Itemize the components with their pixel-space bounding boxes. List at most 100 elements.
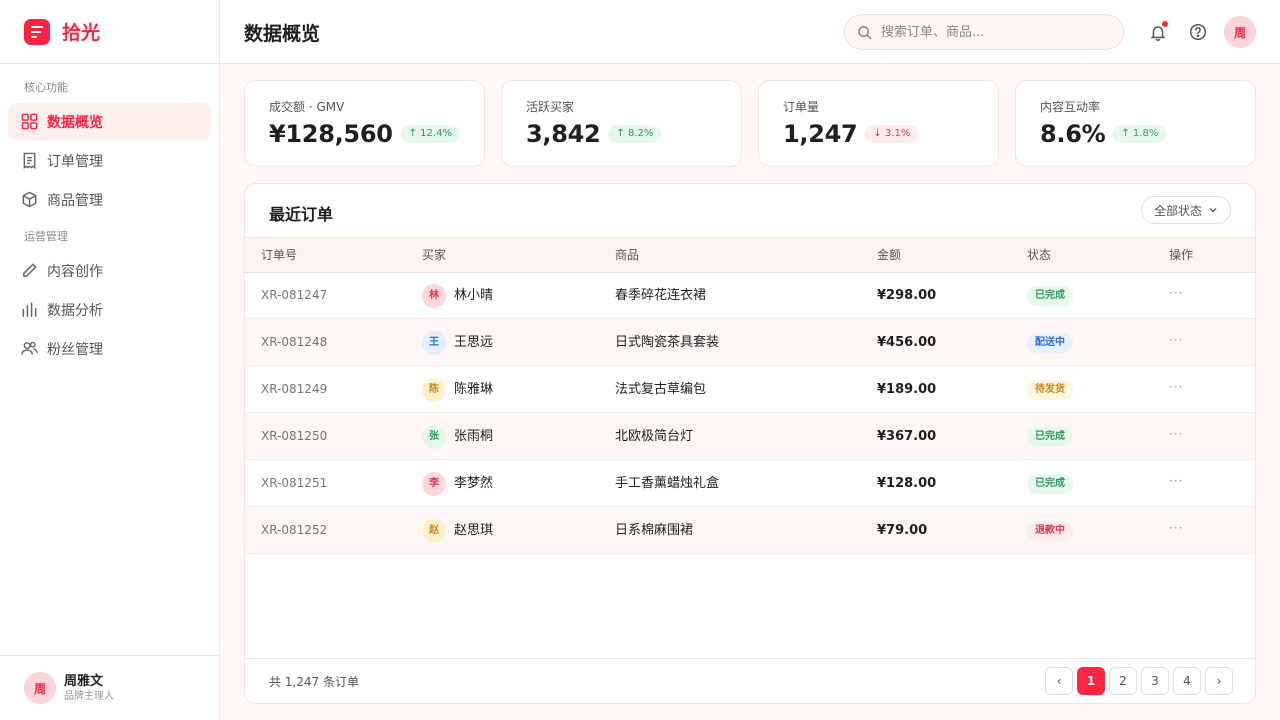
buyer-avatar: 赵 [422, 518, 446, 543]
buyer-cell: 林林小晴 [422, 272, 493, 319]
page-button-1[interactable]: 1 [1077, 667, 1105, 695]
buyer-name: 林小晴 [454, 288, 494, 303]
more-actions-button[interactable]: ··· [1169, 458, 1183, 505]
buyer-avatar: 陈 [422, 377, 446, 402]
table-row[interactable]: XR-081248 王王思远 日式陶瓷茶具套装 ¥456.00 配送中 ··· [245, 317, 1255, 366]
page-button-2[interactable]: 2 [1109, 667, 1137, 695]
more-actions-button[interactable]: ··· [1169, 270, 1183, 317]
avatar: 周 [24, 672, 56, 704]
stat-label: 订单量 [783, 100, 820, 114]
status-badge: 已完成 [1027, 426, 1073, 447]
prev-page-button[interactable]: ‹ [1045, 667, 1073, 695]
avatar[interactable]: 周 [1224, 16, 1256, 48]
table-row[interactable]: XR-081250 张张雨桐 北欧极简台灯 ¥367.00 已完成 ··· [245, 411, 1255, 460]
next-page-button[interactable]: › [1205, 667, 1233, 695]
search-box[interactable] [844, 14, 1124, 50]
user-profile[interactable]: 周 周雅文 品牌主理人 [0, 655, 219, 720]
buyer-avatar: 王 [422, 330, 446, 355]
sidebar-item-overview[interactable]: 数据概览 [8, 103, 211, 140]
total-count: 共 1,247 条订单 [269, 675, 359, 689]
sidebar-item-analytics[interactable]: 数据分析 [8, 291, 211, 328]
order-amount: ¥79.00 [877, 523, 928, 538]
order-amount: ¥456.00 [877, 335, 937, 350]
trend-badge: ↑ 8.2% [608, 125, 662, 143]
search-input[interactable] [881, 24, 1101, 40]
more-actions-button[interactable]: ··· [1169, 364, 1183, 411]
help-icon [1189, 23, 1207, 41]
table-row[interactable]: XR-081247 林林小晴 春季碎花连衣裙 ¥298.00 已完成 ··· [245, 270, 1255, 319]
sidebar-item-label: 数据分析 [47, 302, 103, 319]
column-header-status: 状态 [1027, 248, 1052, 262]
sidebar-item-content[interactable]: 内容创作 [8, 252, 211, 289]
order-amount: ¥189.00 [877, 382, 937, 397]
status-cell: 已完成 [1027, 413, 1073, 460]
product-name: 日系棉麻围裙 [615, 523, 694, 538]
box-icon [21, 191, 38, 208]
top-header: 数据概览 周 [220, 0, 1280, 64]
search-icon [857, 25, 872, 40]
table-row[interactable]: XR-081249 陈陈雅琳 法式复古草编包 ¥189.00 待发货 ··· [245, 364, 1255, 413]
more-actions-button[interactable]: ··· [1169, 505, 1183, 552]
trend-badge: ↑ 1.8% [1113, 125, 1167, 143]
table-header: 订单号 买家 商品 金额 状态 操作 [245, 237, 1255, 273]
page-title: 数据概览 [244, 23, 321, 45]
stat-card-active-buyers: 活跃买家 3,842 ↑ 8.2% [501, 80, 742, 167]
status-filter-dropdown[interactable]: 全部状态 [1140, 196, 1231, 224]
sidebar-item-label: 数据概览 [47, 114, 103, 131]
table-footer: 共 1,247 条订单 ‹ 1 2 3 4 › [245, 658, 1255, 703]
stat-label: 成交额 · GMV [269, 100, 345, 114]
more-actions-button[interactable]: ··· [1169, 411, 1183, 458]
stat-card-engagement: 内容互动率 8.6% ↑ 1.8% [1015, 80, 1256, 167]
brand[interactable]: 拾光 [0, 0, 219, 64]
sidebar: 拾光 核心功能 数据概览 订单管理 商品管理 运营管理 内容创作 数据分析 粉丝… [0, 0, 220, 720]
buyer-avatar: 李 [422, 471, 446, 496]
status-badge: 已完成 [1027, 473, 1073, 494]
user-info: 周雅文 品牌主理人 [64, 673, 114, 704]
sidebar-item-fans[interactable]: 粉丝管理 [8, 330, 211, 367]
order-id: XR-081248 [261, 335, 328, 349]
order-id: XR-081247 [261, 288, 328, 302]
sidebar-item-label: 粉丝管理 [47, 341, 103, 358]
buyer-name: 李梦然 [454, 476, 494, 491]
brand-name: 拾光 [62, 22, 101, 44]
sidebar-item-orders[interactable]: 订单管理 [8, 142, 211, 179]
sidebar-item-label: 商品管理 [47, 192, 103, 209]
column-header-buyer: 买家 [422, 248, 447, 262]
status-badge: 已完成 [1027, 285, 1073, 306]
product-name: 法式复古草编包 [615, 382, 707, 397]
buyer-cell: 李李梦然 [422, 460, 493, 507]
buyer-avatar: 林 [422, 283, 446, 308]
notifications-button[interactable] [1148, 21, 1168, 42]
buyer-name: 赵思琪 [454, 523, 494, 538]
user-role: 品牌主理人 [64, 690, 114, 702]
status-badge: 待发货 [1027, 379, 1073, 400]
trend-badge: ↓ 3.1% [865, 125, 919, 143]
notification-dot [1162, 21, 1168, 27]
table-row[interactable]: XR-081251 李李梦然 手工香薰蜡烛礼盒 ¥128.00 已完成 ··· [245, 458, 1255, 507]
product-name: 日式陶瓷茶具套装 [615, 335, 720, 350]
buyer-cell: 赵赵思琪 [422, 507, 493, 554]
page-button-3[interactable]: 3 [1141, 667, 1169, 695]
stat-card-orders: 订单量 1,247 ↓ 3.1% [758, 80, 999, 167]
status-cell: 退款中 [1027, 507, 1073, 554]
stat-label: 内容互动率 [1040, 100, 1101, 114]
brand-logo-icon [24, 18, 50, 45]
stat-value: 1,247 [783, 120, 858, 148]
table-row[interactable]: XR-081252 赵赵思琪 日系棉麻围裙 ¥79.00 退款中 ··· [245, 505, 1255, 554]
order-amount: ¥367.00 [877, 429, 937, 444]
more-actions-button[interactable]: ··· [1169, 317, 1183, 364]
page-button-4[interactable]: 4 [1173, 667, 1201, 695]
help-button[interactable] [1188, 22, 1208, 42]
pagination: ‹ 1 2 3 4 › [1041, 667, 1233, 695]
chevron-down-icon [1202, 205, 1218, 215]
users-icon [21, 340, 38, 357]
sidebar-item-products[interactable]: 商品管理 [8, 181, 211, 218]
buyer-cell: 陈陈雅琳 [422, 366, 493, 413]
panel-title: 最近订单 [269, 205, 334, 224]
stat-value: 3,842 [526, 120, 601, 148]
grid-icon [21, 113, 38, 130]
order-id: XR-081252 [261, 523, 328, 537]
recent-orders-panel: 最近订单 全部状态 订单号 买家 商品 金额 状态 操作 XR-081247 林林… [244, 183, 1256, 704]
trend-badge: ↑ 12.4% [400, 125, 460, 143]
order-amount: ¥128.00 [877, 476, 937, 491]
